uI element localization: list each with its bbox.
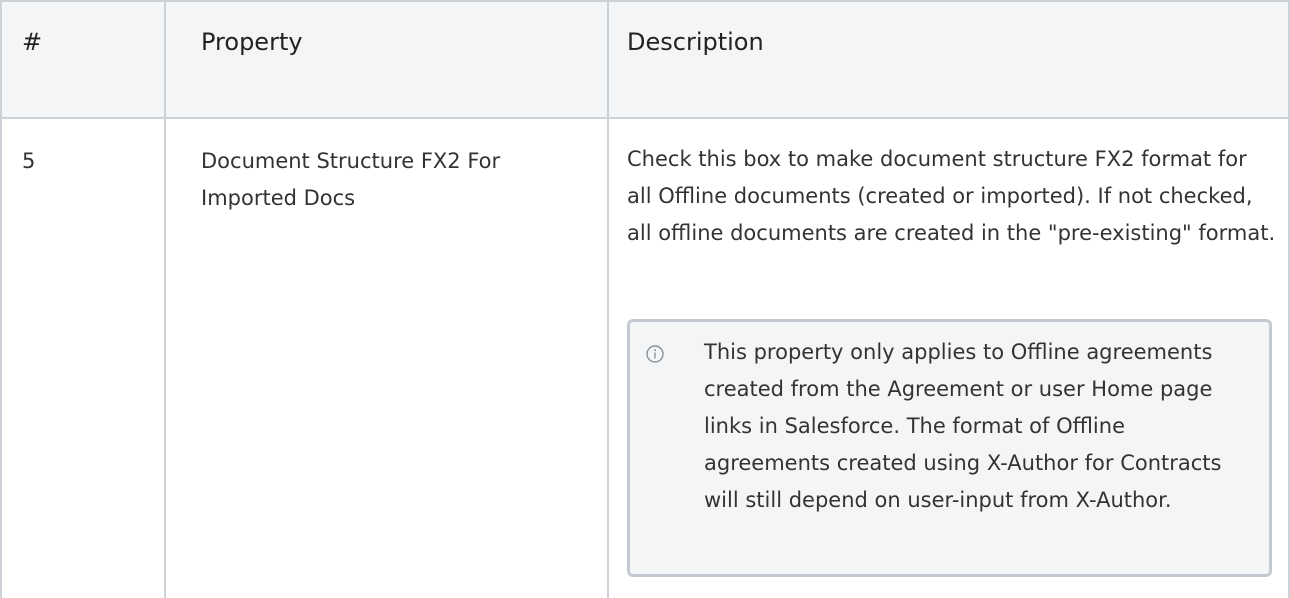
row-description: Check this box to make document structur… <box>627 147 1276 245</box>
row-number: 5 <box>22 149 36 173</box>
row-property: Document Structure FX2 For Imported Docs <box>201 149 501 210</box>
info-note-panel: This property only applies to Offline ag… <box>627 319 1272 577</box>
table-top-border <box>0 0 1290 2</box>
table-left-border <box>0 0 2 598</box>
info-icon <box>646 345 664 363</box>
properties-table: # Property Description 5 Document Struct… <box>0 0 1290 598</box>
info-note-text: This property only applies to Offline ag… <box>704 340 1222 512</box>
header-number: # <box>22 28 43 56</box>
column-divider-1 <box>164 0 166 598</box>
header-property: Property <box>201 28 303 56</box>
header-bottom-border <box>0 117 1290 119</box>
header-description: Description <box>627 28 764 56</box>
column-divider-2 <box>607 0 609 598</box>
